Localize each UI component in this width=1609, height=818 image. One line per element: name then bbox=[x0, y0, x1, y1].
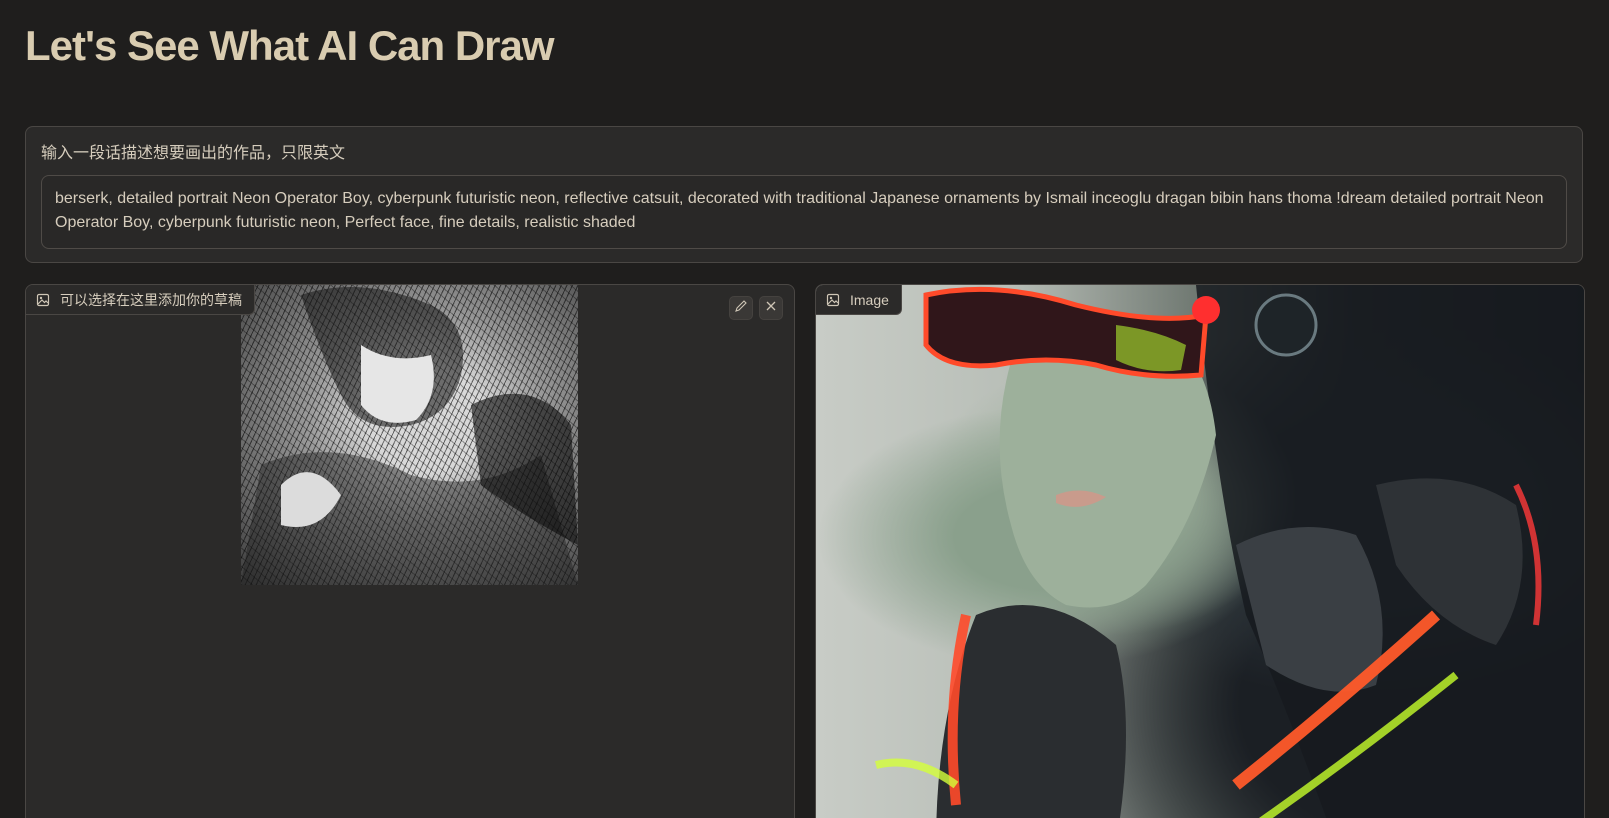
prompt-label: 输入一段话描述想要画出的作品，只限英文 bbox=[41, 145, 346, 162]
sketch-image bbox=[241, 285, 578, 585]
prompt-block: 输入一段话描述想要画出的作品，只限英文 berserk, detailed po… bbox=[25, 126, 1583, 263]
sketch-panel[interactable]: 可以选择在这里添加你的草稿 bbox=[25, 284, 795, 818]
close-icon bbox=[764, 299, 778, 318]
output-panel-tag: Image bbox=[816, 285, 902, 315]
page-title: Let's See What AI Can Draw bbox=[25, 22, 555, 69]
output-panel: Image bbox=[815, 284, 1585, 818]
generated-image bbox=[816, 285, 1584, 818]
pencil-icon bbox=[734, 299, 748, 318]
output-panel-label: Image bbox=[850, 291, 889, 308]
edit-sketch-button[interactable] bbox=[729, 296, 753, 320]
image-icon bbox=[36, 293, 50, 307]
prompt-textarea[interactable]: berserk, detailed portrait Neon Operator… bbox=[41, 175, 1567, 249]
image-icon bbox=[826, 293, 840, 307]
sketch-panel-label: 可以选择在这里添加你的草稿 bbox=[60, 291, 242, 308]
clear-sketch-button[interactable] bbox=[759, 296, 783, 320]
app-root: Let's See What AI Can Draw 输入一段话描述想要画出的作… bbox=[0, 0, 1609, 818]
sketch-panel-tag: 可以选择在这里添加你的草稿 bbox=[26, 285, 255, 315]
